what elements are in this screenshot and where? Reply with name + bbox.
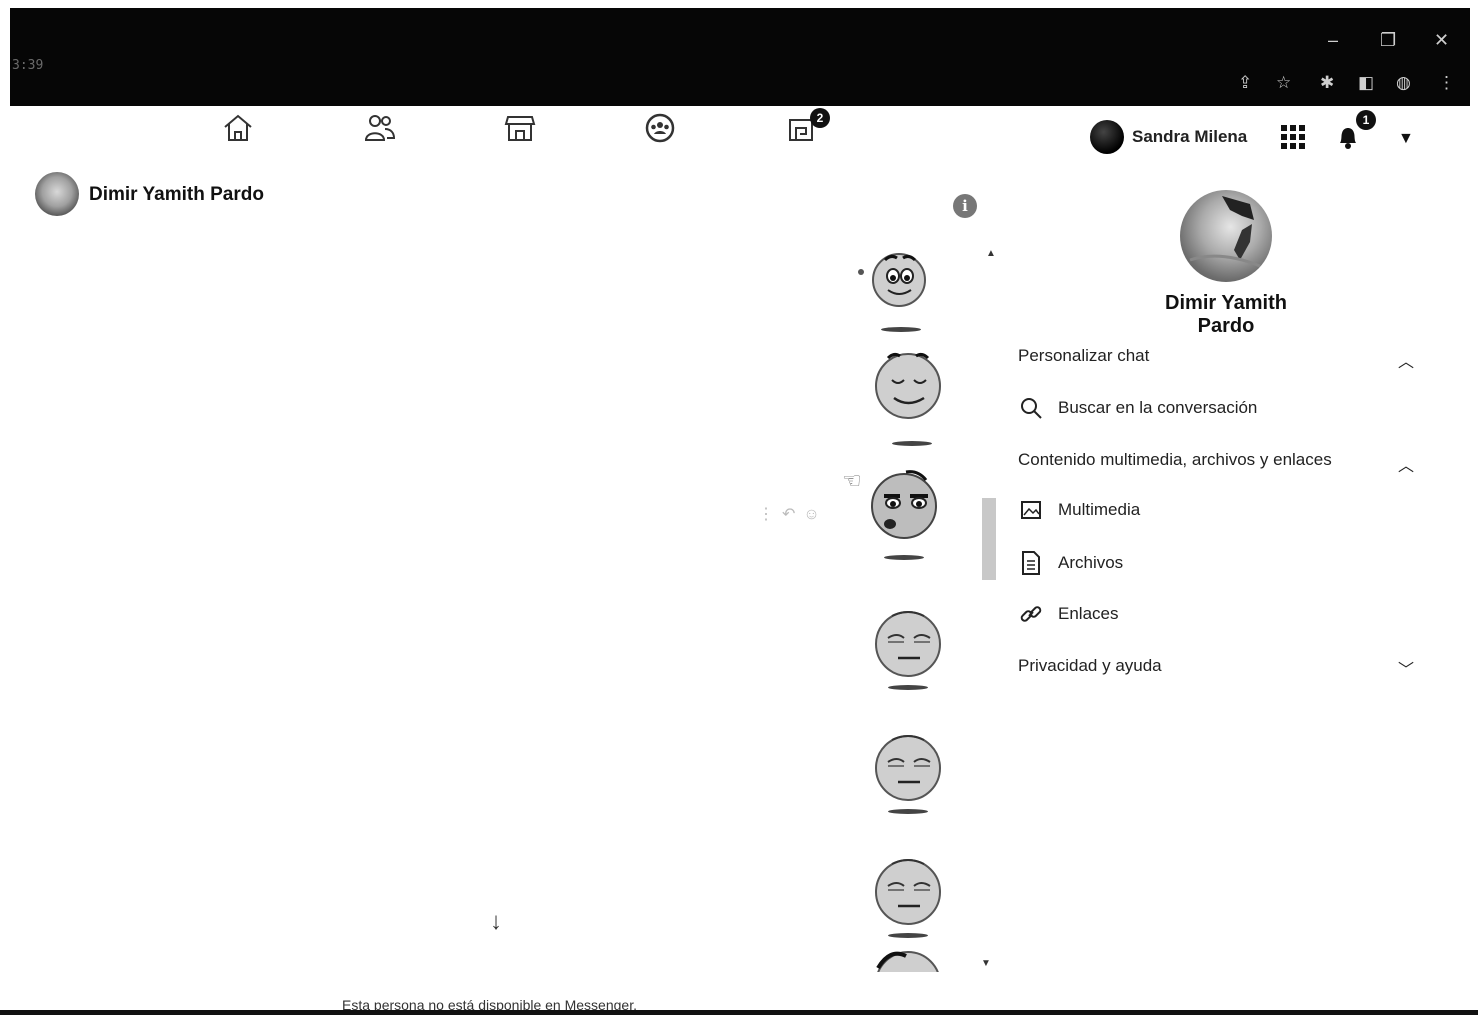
sticker-message[interactable] [870, 604, 946, 690]
privacy-help-header[interactable]: Privacidad y ayuda [1018, 656, 1162, 676]
files-label: Archivos [1058, 553, 1124, 572]
chevron-up-icon[interactable]: ︿ [1398, 452, 1414, 476]
media-files-links-header[interactable]: Contenido multimedia, archivos y enlaces [1018, 450, 1332, 470]
user-name[interactable]: Sandra Milena [1132, 127, 1247, 147]
scroll-down-arrow[interactable]: ▼ [981, 958, 991, 969]
gaming-icon[interactable]: 2 [782, 108, 830, 148]
media-item[interactable]: Multimedia [1018, 498, 1140, 522]
chevron-up-icon[interactable]: ︿ [1398, 348, 1414, 372]
sticker-emoji [875, 859, 941, 925]
sticker-message[interactable] [870, 852, 946, 938]
tab-time-text: 3:39 [12, 58, 44, 73]
notifications-bell-icon[interactable]: 1 [1336, 110, 1376, 152]
apps-grid-icon[interactable] [1280, 124, 1306, 155]
sticker-shadow [881, 327, 921, 332]
sticker-emoji [858, 253, 940, 307]
pointer-hand-icon: ☜ [842, 468, 862, 493]
chevron-down-icon[interactable]: ﹀ [1398, 656, 1414, 680]
groups-icon[interactable] [640, 108, 680, 148]
sticker-shadow [884, 555, 924, 560]
search-conversation-label: Buscar en la conversación [1058, 398, 1258, 417]
profile-name: Dimir Yamith Pardo [1165, 292, 1287, 337]
link-icon [1018, 602, 1044, 626]
search-icon [1018, 396, 1044, 420]
user-avatar[interactable] [1090, 120, 1124, 154]
file-icon [1018, 550, 1044, 576]
media-label: Multimedia [1058, 500, 1141, 519]
gaming-badge: 2 [810, 108, 830, 128]
star-icon[interactable]: ☆ [1276, 73, 1291, 93]
sticker-shadow [888, 685, 928, 690]
sticker-shadow [892, 441, 932, 446]
sticker-emoji [871, 470, 937, 539]
message-actions[interactable]: ⋮↶☺ [758, 504, 828, 524]
bottom-divider [0, 1010, 1478, 1015]
scroll-to-bottom-icon[interactable]: ↓ [490, 908, 502, 936]
sidebar-icon[interactable]: ◧ [1358, 73, 1374, 93]
sticker-emoji [876, 951, 939, 972]
menu-icon[interactable]: ⋮ [1438, 73, 1455, 93]
notifications-badge: 1 [1356, 110, 1376, 130]
sticker-emoji [875, 611, 941, 677]
minimize-button[interactable]: – [1328, 30, 1338, 51]
sticker-emoji [875, 735, 941, 801]
extensions-icon[interactable]: ✱ [1320, 73, 1334, 93]
scrollbar-thumb[interactable] [982, 498, 996, 580]
search-conversation-item[interactable]: Buscar en la conversación [1018, 396, 1257, 420]
info-icon[interactable]: i [953, 194, 977, 218]
sticker-message[interactable] [870, 346, 946, 446]
close-button[interactable]: ✕ [1434, 30, 1449, 51]
profile-icon[interactable]: ◍ [1396, 73, 1411, 93]
home-icon[interactable] [218, 108, 258, 148]
sticker-message[interactable] [855, 246, 940, 332]
scroll-up-arrow[interactable]: ▲ [986, 248, 996, 259]
sticker-message[interactable] [870, 728, 946, 814]
sticker-emoji [875, 352, 941, 419]
account-menu-chevron-icon[interactable]: ▼ [1398, 130, 1414, 148]
links-label: Enlaces [1058, 604, 1119, 623]
files-item[interactable]: Archivos [1018, 550, 1123, 576]
sticker-shadow [888, 933, 928, 938]
links-item[interactable]: Enlaces [1018, 602, 1118, 626]
media-icon [1018, 498, 1044, 522]
sticker-shadow [888, 809, 928, 814]
sticker-message[interactable] [866, 466, 942, 560]
customize-chat-header[interactable]: Personalizar chat [1018, 346, 1149, 366]
friends-icon[interactable] [360, 108, 400, 148]
profile-picture[interactable] [1180, 190, 1272, 282]
share-icon[interactable]: ⇪ [1238, 73, 1252, 93]
restore-button[interactable]: ❐ [1380, 30, 1396, 51]
contact-avatar[interactable] [35, 172, 79, 216]
sticker-message[interactable] [870, 944, 946, 972]
marketplace-icon[interactable] [500, 108, 540, 148]
contact-name[interactable]: Dimir Yamith Pardo [89, 184, 264, 206]
